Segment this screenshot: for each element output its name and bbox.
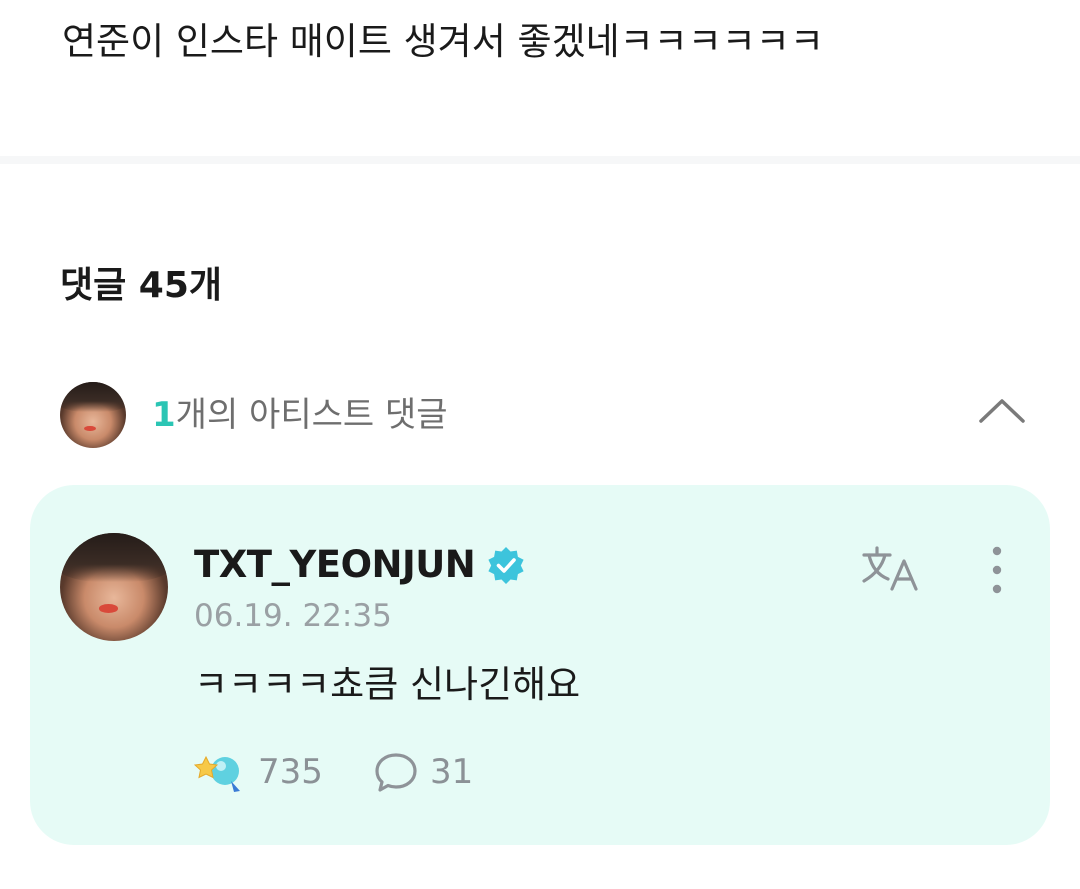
translate-icon[interactable] <box>860 543 922 593</box>
artist-comment-count: 1 <box>152 395 176 435</box>
chevron-up-icon[interactable] <box>978 396 1026 424</box>
post-detail-page: 연준이 인스타 매이트 생겨서 좋겠네ㅋㅋㅋㅋㅋㅋ 댓글 45개 1개의 아티스… <box>0 0 1080 889</box>
comment-body-text: ㅋㅋㅋㅋ쵸큼 신나긴해요 <box>194 663 581 706</box>
commenter-username[interactable]: TXT_YEONJUN <box>194 541 476 589</box>
artist-comments-text: 개의 아티스트 댓글 <box>175 395 448 435</box>
section-divider <box>0 156 1080 164</box>
like-button[interactable]: 735 <box>194 747 334 797</box>
artist-comments-toggle[interactable]: 1개의 아티스트 댓글 <box>60 382 1030 450</box>
commenter-avatar[interactable] <box>60 533 168 641</box>
like-reaction-icon <box>194 755 240 792</box>
more-vertical-icon[interactable] <box>980 543 1014 597</box>
comment-count-heading: 댓글 45개 <box>60 265 222 306</box>
post-body-text: 연준이 인스타 매이트 생겨서 좋겠네ㅋㅋㅋㅋㅋㅋ <box>62 20 824 63</box>
like-count: 735 <box>258 752 323 792</box>
artist-avatar <box>60 382 126 448</box>
artist-comment-card: TXT_YEONJUN 06.19. 22:35 ㅋㅋㅋㅋ쵸큼 신나긴해요 73… <box>30 485 1050 845</box>
reply-count: 31 <box>430 752 474 792</box>
artist-comments-label: 1개의 아티스트 댓글 <box>152 392 448 438</box>
verified-badge-icon <box>488 547 524 584</box>
reply-bubble-icon <box>375 753 417 792</box>
reply-button[interactable]: 31 <box>374 747 494 797</box>
comment-timestamp: 06.19. 22:35 <box>194 598 392 634</box>
